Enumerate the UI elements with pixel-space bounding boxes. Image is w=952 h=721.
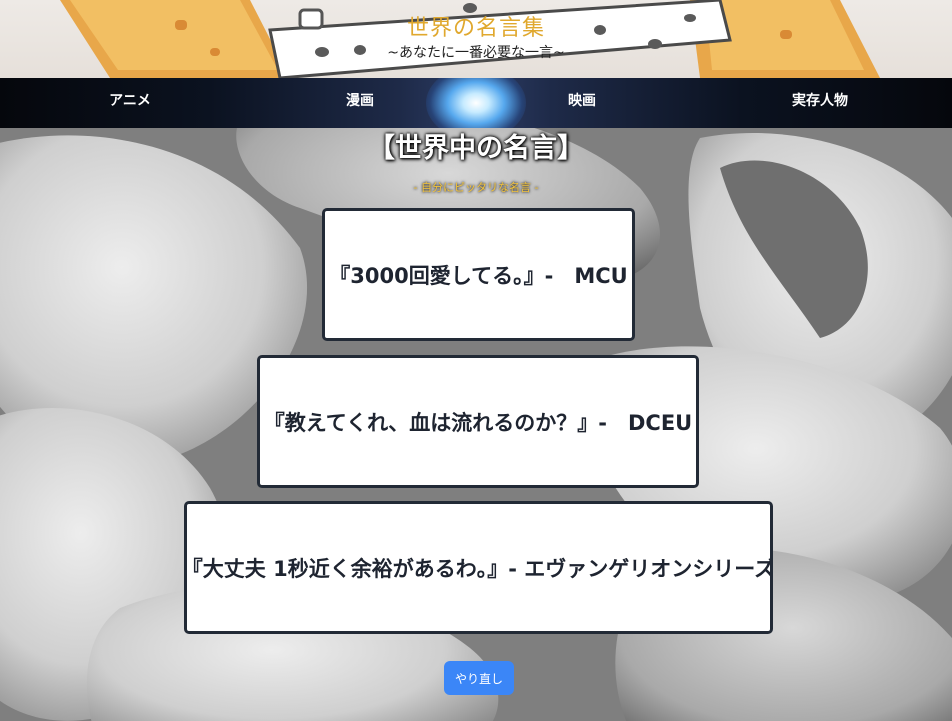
- quote-text: 『大丈夫 1秒近く余裕があるわ。』- エヴァンゲリオンシリーズ: [184, 556, 773, 581]
- quote-card: 『大丈夫 1秒近く余裕があるわ。』- エヴァンゲリオンシリーズ: [184, 501, 773, 634]
- nav-glow-decoration: [426, 78, 526, 128]
- quote-card: 『3000回愛してる。』- MCU: [322, 208, 635, 341]
- header-banner: 世界の名言集 ~あなたに一番必要な一言~: [0, 0, 952, 78]
- quote-card: 『教えてくれ、血は流れるのか？』- DCEU: [257, 355, 699, 488]
- nav-item-anime[interactable]: アニメ: [90, 78, 170, 128]
- main-navbar: アニメ 漫画 映画 実存人物: [0, 78, 952, 128]
- section-title: 【世界中の名言】: [368, 133, 584, 164]
- nav-item-manga[interactable]: 漫画: [320, 78, 400, 128]
- retry-button[interactable]: やり直し: [444, 661, 514, 695]
- site-title: 世界の名言集: [406, 16, 545, 41]
- section-subtitle: - 自分にピッタリな名言 -: [413, 181, 539, 194]
- quote-text: 『3000回愛してる。』- MCU: [329, 263, 628, 288]
- nav-item-real-people[interactable]: 実存人物: [770, 78, 870, 128]
- quote-text: 『教えてくれ、血は流れるのか？』- DCEU: [263, 410, 693, 435]
- site-subtitle: ~あなたに一番必要な一言~: [387, 45, 565, 61]
- nav-item-movie[interactable]: 映画: [542, 78, 622, 128]
